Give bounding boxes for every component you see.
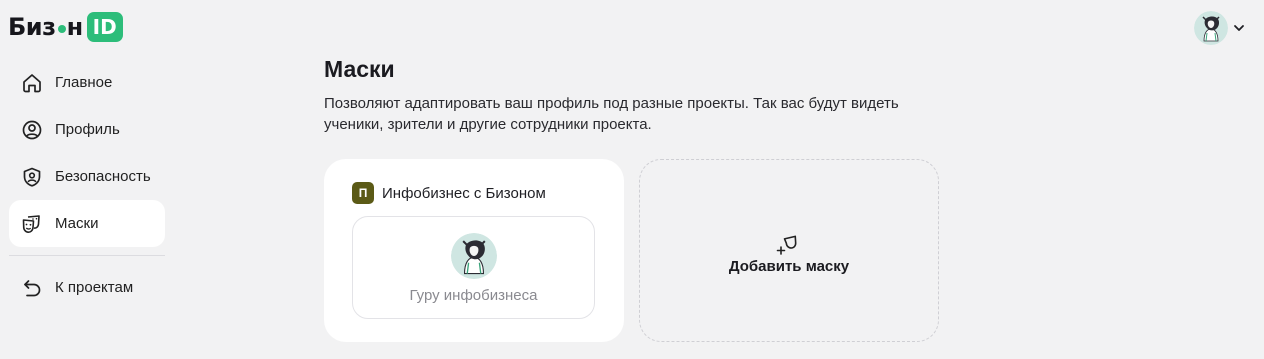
project-name: Инфобизнес с Бизоном	[382, 184, 546, 202]
mask-avatar	[450, 233, 497, 279]
mask-item[interactable]: Гуру инфобизнеса	[352, 216, 595, 319]
user-circle-icon	[22, 120, 42, 139]
sidebar-item-back-to-projects[interactable]: К проектам	[9, 264, 165, 311]
sidebar-item-profile[interactable]: Профиль	[9, 106, 165, 153]
sidebar-item-label: Маски	[55, 215, 99, 232]
add-mask-label: Добавить маску	[728, 257, 850, 275]
sidebar-item-security[interactable]: Безопасность	[9, 153, 165, 200]
project-badge: П	[352, 182, 374, 204]
logo-badge: ID	[86, 12, 123, 42]
sidebar-item-label: Главное	[55, 74, 113, 91]
mask-card[interactable]: П Инфобизнес с Бизоном Гуру инфобизнеса	[324, 159, 624, 342]
sidebar-item-label: Безопасность	[55, 168, 151, 185]
back-arrow-icon	[24, 279, 41, 296]
add-mask-icon	[776, 235, 797, 255]
masks-icon	[22, 214, 40, 233]
mask-name: Гуру инфобизнеса	[409, 287, 538, 304]
sidebar-item-masks[interactable]: Маски	[9, 200, 165, 247]
logo-dot	[57, 25, 66, 33]
main-header: Маски Позволяют адаптировать ваш профиль…	[324, 56, 944, 135]
sidebar: Главное Профиль Безопасность Маски К про…	[9, 59, 165, 311]
sidebar-divider	[9, 255, 165, 256]
home-icon	[23, 73, 41, 92]
shield-icon	[23, 167, 41, 187]
logo-text-left: Биз	[8, 13, 56, 41]
project-header: П Инфобизнес с Бизоном	[352, 182, 546, 204]
logo-text-right: н	[66, 13, 84, 41]
add-mask-button[interactable]: Добавить маску	[639, 159, 939, 342]
sidebar-item-label: Профиль	[55, 121, 120, 138]
logo-text: Биз н	[8, 13, 83, 41]
page-title: Маски	[324, 56, 395, 82]
sidebar-item-label: К проектам	[55, 279, 134, 296]
page-description: Позволяют адаптировать ваш профиль под р…	[324, 95, 899, 133]
logo[interactable]: Биз н ID	[8, 12, 123, 42]
chevron-down-icon[interactable]	[1232, 21, 1246, 35]
sidebar-item-home[interactable]: Главное	[9, 59, 165, 106]
user-avatar[interactable]	[1194, 11, 1228, 45]
user-menu[interactable]	[1194, 11, 1246, 45]
